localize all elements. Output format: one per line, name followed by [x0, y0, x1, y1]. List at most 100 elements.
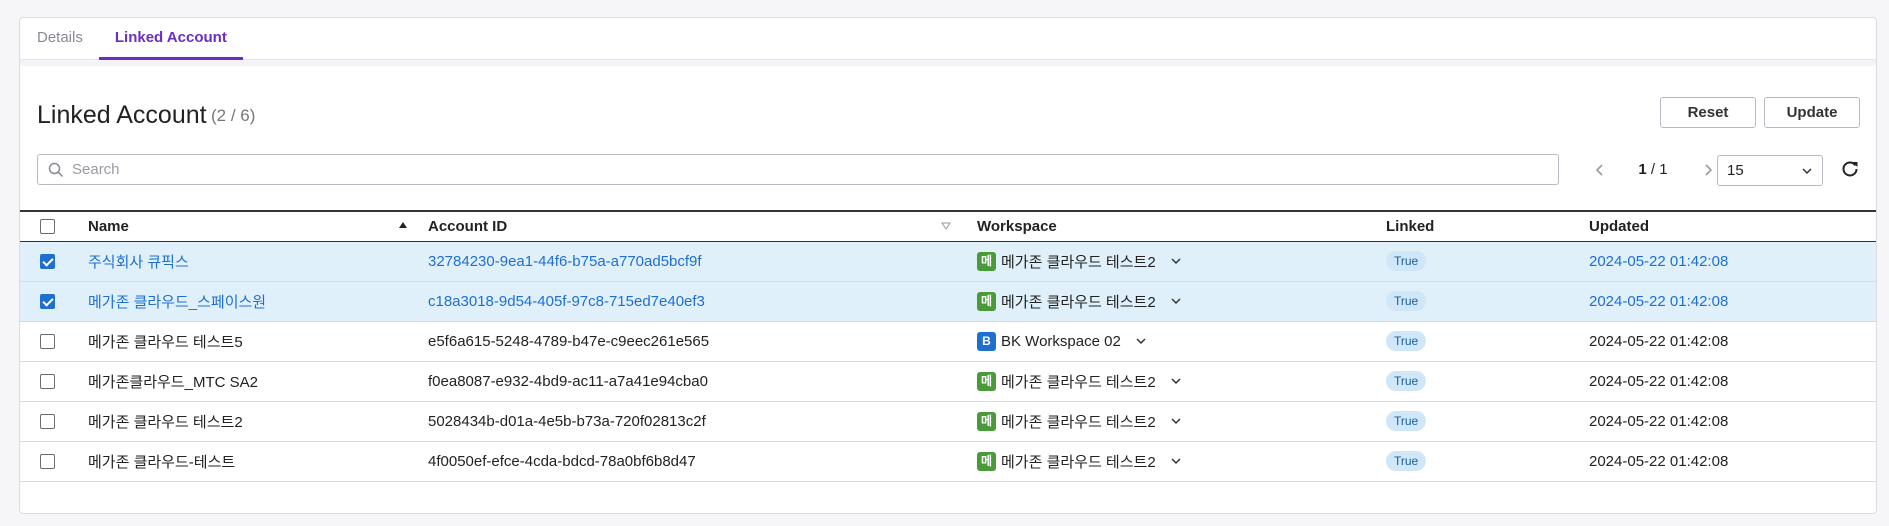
tab-divider [20, 60, 1876, 66]
row-account-id: 32784230-9ea1-44f6-b75a-a770ad5bcf9f [428, 252, 702, 270]
row-workspace-cell: B BK Workspace 02 [977, 321, 1386, 361]
row-name: 메가존 클라우드 테스트5 [88, 333, 243, 351]
page-size-value: 15 [1727, 162, 1744, 179]
linked-account-table: Name Account ID Workspace Linked Updated… [20, 210, 1876, 482]
column-updated[interactable]: Updated [1589, 211, 1876, 241]
table-row[interactable]: 메가존 클라우드 테스트5 e5f6a615-5248-4789-b47e-c9… [20, 321, 1876, 361]
row-linked-cell: True [1386, 361, 1589, 401]
row-select-cell [20, 241, 88, 281]
chevron-left-icon[interactable] [1591, 161, 1609, 179]
row-workspace-cell: 메 메가존 클라우드 테스트2 [977, 361, 1386, 401]
workspace-select[interactable]: 메 메가존 클라우드 테스트2 [977, 451, 1183, 472]
workspace-badge: 메 [977, 451, 996, 471]
chevron-right-icon[interactable] [1699, 161, 1717, 179]
row-linked-cell: True [1386, 281, 1589, 321]
title-row: Linked Account (2 / 6) [37, 98, 1859, 134]
total-pages: / 1 [1650, 161, 1668, 178]
search-box [37, 154, 1559, 185]
chevron-down-icon [1171, 378, 1181, 385]
refresh-icon[interactable] [1840, 159, 1860, 179]
select-all-cell [20, 211, 88, 241]
table-row[interactable]: 메가존 클라우드 테스트2 5028434b-d01a-4e5b-b73a-72… [20, 401, 1876, 441]
workspace-label: 메가존 클라우드 테스트2 [1001, 253, 1156, 271]
workspace-select[interactable]: 메 메가존 클라우드 테스트2 [977, 291, 1183, 312]
row-select-cell [20, 281, 88, 321]
sort-desc-icon [941, 222, 951, 230]
row-account-id: c18a3018-9d54-405f-97c8-715ed7e40ef3 [428, 292, 705, 310]
column-name[interactable]: Name [88, 211, 428, 241]
workspace-select[interactable]: 메 메가존 클라우드 테스트2 [977, 251, 1183, 272]
row-updated: 2024-05-22 01:42:08 [1589, 292, 1729, 310]
column-account-id-label: Account ID [428, 217, 508, 235]
row-checkbox[interactable] [40, 334, 55, 350]
linked-badge: True [1386, 451, 1427, 471]
column-linked[interactable]: Linked [1386, 211, 1589, 241]
row-workspace-cell: 메 메가존 클라우드 테스트2 [977, 281, 1386, 321]
workspace-select[interactable]: B BK Workspace 02 [977, 331, 1148, 351]
table-row[interactable]: 주식회사 큐픽스 32784230-9ea1-44f6-b75a-a770ad5… [20, 241, 1876, 281]
page-indicator: 1 / 1 [1618, 161, 1688, 178]
workspace-badge: 메 [977, 291, 996, 311]
workspace-select[interactable]: 메 메가존 클라우드 테스트2 [977, 411, 1183, 432]
row-linked-cell: True [1386, 321, 1589, 361]
row-account-id: 4f0050ef-efce-4cda-bdcd-78a0bf6b8d47 [428, 452, 696, 470]
row-name: 주식회사 큐픽스 [88, 253, 189, 271]
table-row[interactable]: 메가존 클라우드-테스트 4f0050ef-efce-4cda-bdcd-78a… [20, 441, 1876, 481]
linked-badge: True [1386, 411, 1427, 431]
column-account-id[interactable]: Account ID [428, 211, 977, 241]
chevron-down-icon [1802, 168, 1812, 175]
update-button[interactable]: Update [1764, 97, 1860, 128]
row-linked-cell: True [1386, 401, 1589, 441]
row-select-cell [20, 361, 88, 401]
row-updated: 2024-05-22 01:42:08 [1589, 412, 1729, 430]
chevron-down-icon [1171, 458, 1181, 465]
workspace-label: 메가존 클라우드 테스트2 [1001, 293, 1156, 311]
chevron-down-icon [1171, 258, 1181, 265]
current-page: 1 [1638, 161, 1647, 178]
row-name: 메가존 클라우드-테스트 [88, 453, 236, 471]
row-linked-cell: True [1386, 241, 1589, 281]
tab-bar: Details Linked Account [20, 18, 1876, 60]
tab-linked-account[interactable]: Linked Account [98, 18, 243, 60]
tab-details[interactable]: Details [20, 18, 99, 60]
row-select-cell [20, 401, 88, 441]
row-updated: 2024-05-22 01:42:08 [1589, 452, 1729, 470]
row-checkbox[interactable] [40, 414, 55, 430]
workspace-badge: 메 [977, 251, 996, 271]
linked-badge: True [1386, 371, 1427, 391]
linked-badge: True [1386, 291, 1427, 311]
row-checkbox[interactable] [40, 294, 55, 310]
chevron-down-icon [1171, 418, 1181, 425]
table-row[interactable]: 메가존 클라우드_스페이스원 c18a3018-9d54-405f-97c8-7… [20, 281, 1876, 321]
column-workspace[interactable]: Workspace [977, 211, 1386, 241]
select-all-checkbox[interactable] [40, 219, 55, 235]
row-workspace-cell: 메 메가존 클라우드 테스트2 [977, 401, 1386, 441]
workspace-badge: 메 [977, 371, 996, 391]
column-name-label: Name [88, 217, 129, 235]
workspace-badge: 메 [977, 411, 996, 431]
row-account-id: e5f6a615-5248-4789-b47e-c9eec261e565 [428, 332, 710, 350]
workspace-select[interactable]: 메 메가존 클라우드 테스트2 [977, 371, 1183, 392]
row-checkbox[interactable] [40, 254, 55, 270]
row-select-cell [20, 321, 88, 361]
row-name: 메가존클라우드_MTC SA2 [88, 373, 258, 391]
chevron-down-icon [1171, 298, 1181, 305]
search-input[interactable] [72, 155, 1552, 184]
workspace-badge: B [977, 331, 996, 351]
row-account-id: f0ea8087-e932-4bd9-ac11-a7a41e94cba0 [428, 372, 708, 390]
row-linked-cell: True [1386, 441, 1589, 481]
page-size-select[interactable]: 15 [1717, 155, 1823, 186]
workspace-label: BK Workspace 02 [1001, 332, 1121, 350]
row-select-cell [20, 441, 88, 481]
row-updated: 2024-05-22 01:42:08 [1589, 332, 1729, 350]
chevron-down-icon [1136, 338, 1146, 345]
row-name: 메가존 클라우드_스페이스원 [88, 293, 267, 311]
row-checkbox[interactable] [40, 454, 55, 470]
linked-badge: True [1386, 251, 1427, 271]
table-row[interactable]: 메가존클라우드_MTC SA2 f0ea8087-e932-4bd9-ac11-… [20, 361, 1876, 401]
workspace-label: 메가존 클라우드 테스트2 [1001, 453, 1156, 471]
sort-asc-icon [399, 222, 407, 228]
row-account-id: 5028434b-d01a-4e5b-b73a-720f02813c2f [428, 412, 706, 430]
row-checkbox[interactable] [40, 374, 55, 390]
reset-button[interactable]: Reset [1660, 97, 1756, 128]
